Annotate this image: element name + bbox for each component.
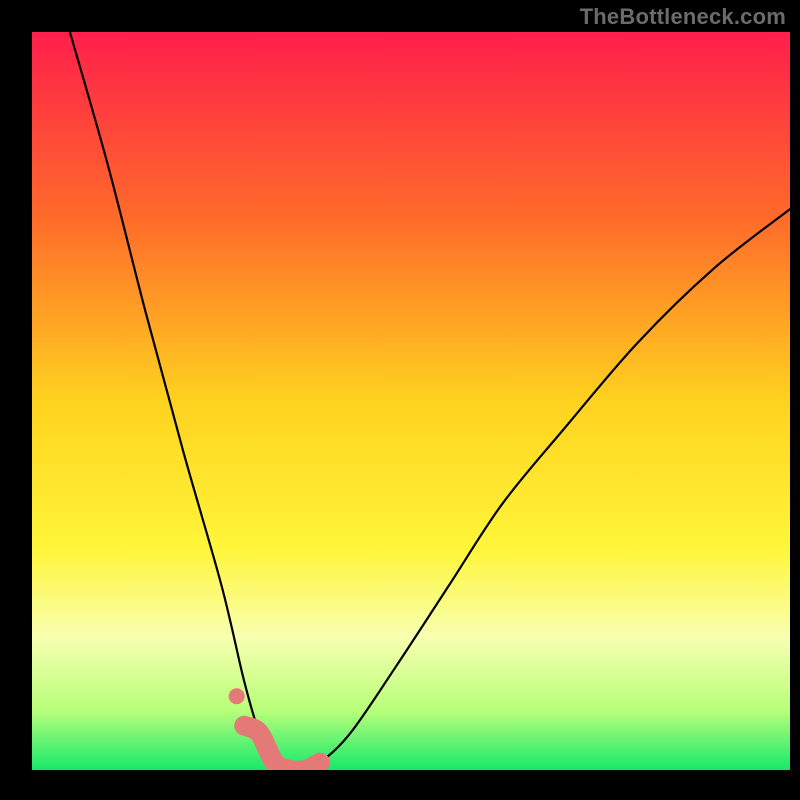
bottleneck-chart [0,0,800,800]
marker-dot [229,688,245,704]
chart-frame: TheBottleneck.com [0,0,800,800]
watermark-label: TheBottleneck.com [580,4,786,30]
plot-background-gradient [32,32,790,770]
